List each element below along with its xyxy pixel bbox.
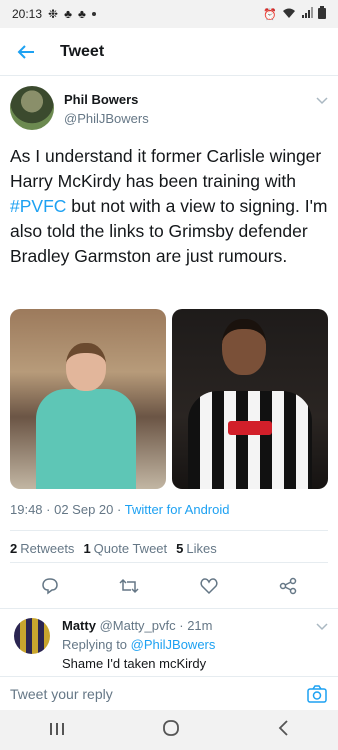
camera-icon <box>307 684 327 703</box>
player-head <box>66 343 106 391</box>
reply-button[interactable] <box>36 572 64 600</box>
alarm-icon: ⏰ <box>263 8 277 21</box>
meta-separator: · <box>175 618 188 633</box>
tweet-author: Phil Bowers @PhilJBowers <box>10 86 328 130</box>
app-header: Tweet <box>0 28 338 76</box>
back-button[interactable] <box>6 32 46 72</box>
retweet-button[interactable] <box>115 572 143 600</box>
replying-to-link[interactable]: @PhilJBowers <box>131 637 216 652</box>
tweet-time: 19:48 <box>10 502 43 517</box>
divider <box>10 562 328 563</box>
camera-button[interactable] <box>306 683 328 705</box>
home-icon <box>163 719 179 736</box>
tweet-actions <box>10 572 328 600</box>
hashtag-link[interactable]: #PVFC <box>10 196 66 216</box>
wifi-icon <box>282 7 296 22</box>
likes-stat[interactable]: 5 Likes <box>176 541 217 556</box>
likes-count: 5 <box>176 541 184 556</box>
quotes-label: Quote Tweet <box>93 541 168 556</box>
reply-composer[interactable]: Tweet your reply <box>0 676 338 710</box>
chevron-left-icon <box>279 719 288 736</box>
player-shirt <box>36 389 136 489</box>
meta-separator: · <box>113 502 125 517</box>
home-button[interactable] <box>162 719 180 742</box>
back-nav-button[interactable] <box>277 719 289 741</box>
likes-label: Likes <box>186 541 217 556</box>
media-image-left[interactable] <box>10 309 166 489</box>
reply-input[interactable]: Tweet your reply <box>10 686 113 702</box>
recent-apps-button[interactable] <box>49 720 65 741</box>
player-head <box>222 319 266 375</box>
status-right: ⏰ <box>263 6 326 22</box>
recent-apps-icon <box>49 722 64 735</box>
retweets-count: 2 <box>10 541 18 556</box>
reply-body: Matty @Matty_pvfc · 21m Replying to @Phi… <box>62 616 328 673</box>
tweet-meta: 19:48 · 02 Sep 20 · Twitter for Android <box>10 502 230 517</box>
notification-icon: ♣ <box>64 7 72 21</box>
author-name[interactable]: Phil Bowers <box>64 92 149 107</box>
notification-icon: ♣ <box>77 7 86 21</box>
share-icon <box>280 577 297 595</box>
retweets-stat[interactable]: 2 Retweets <box>10 541 74 556</box>
notification-icon: ❉ <box>48 7 59 21</box>
player-shirt <box>188 391 312 489</box>
author-handle[interactable]: @PhilJBowers <box>64 111 149 126</box>
meta-separator: · <box>42 502 55 517</box>
chevron-down-icon[interactable] <box>316 620 328 634</box>
tweet-stats: 2 Retweets 1 Quote Tweet 5 Likes <box>10 541 217 556</box>
reply-author-name[interactable]: Matty <box>62 618 96 633</box>
signal-icon <box>301 6 313 22</box>
retweets-label: Retweets <box>20 541 75 556</box>
tweet-text-part: As I understand it former Carlisle winge… <box>10 146 322 191</box>
like-button[interactable] <box>195 572 223 600</box>
chevron-down-icon[interactable] <box>316 94 328 130</box>
page-title: Tweet <box>60 42 105 60</box>
avatar[interactable] <box>10 86 54 130</box>
tweet-date: 02 Sep 20 <box>54 502 114 517</box>
heart-icon <box>200 578 218 595</box>
replying-to-label: Replying to <box>62 637 131 652</box>
quotes-count: 1 <box>83 541 91 556</box>
divider <box>10 530 328 531</box>
reply-header: Matty @Matty_pvfc · 21m <box>62 616 328 635</box>
avatar[interactable] <box>14 618 50 654</box>
media-image-right[interactable] <box>172 309 328 489</box>
tweet-media <box>10 309 328 489</box>
tweet-source-link[interactable]: Twitter for Android <box>125 502 230 517</box>
share-button[interactable] <box>274 572 302 600</box>
replying-to: Replying to @PhilJBowers <box>62 635 328 654</box>
author-names: Phil Bowers @PhilJBowers <box>64 92 149 130</box>
status-bar: 20:13 ❉ ♣ ♣ ⏰ <box>0 0 338 28</box>
reply-text: Shame I'd taken mcKirdy <box>62 656 207 671</box>
system-navbar <box>0 710 338 750</box>
reply-age: 21m <box>187 618 213 633</box>
battery-icon <box>318 6 326 22</box>
shirt-sponsor <box>228 421 272 435</box>
status-left: 20:13 ❉ ♣ ♣ <box>12 7 96 21</box>
comment-icon <box>41 578 58 595</box>
reply-author-handle[interactable]: @Matty_pvfc <box>100 618 176 633</box>
more-notifications-icon <box>91 12 96 16</box>
status-time: 20:13 <box>12 7 43 21</box>
retweet-icon <box>119 578 139 594</box>
quotes-stat[interactable]: 1 Quote Tweet <box>83 541 167 556</box>
reply-tweet[interactable]: Matty @Matty_pvfc · 21m Replying to @Phi… <box>0 608 338 682</box>
tweet-text: As I understand it former Carlisle winge… <box>10 144 328 269</box>
arrow-left-icon <box>17 44 34 59</box>
